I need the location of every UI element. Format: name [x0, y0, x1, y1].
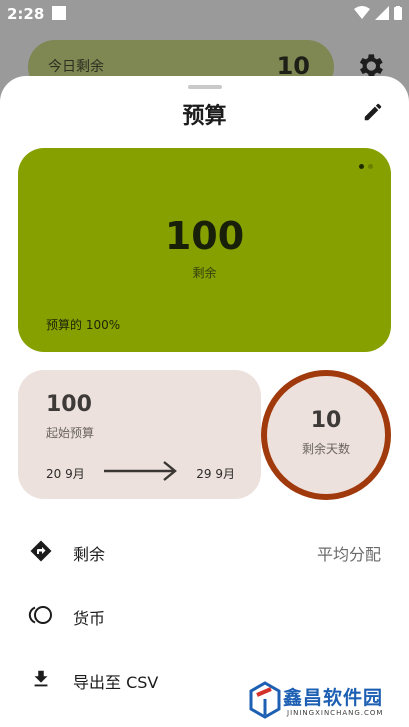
battery-icon — [394, 6, 402, 20]
status-time: 2:28 — [7, 5, 45, 23]
end-date: 29 9月 — [196, 467, 235, 481]
page-dot-active — [359, 164, 364, 169]
remaining-label: 剩余 — [192, 266, 217, 280]
menu-item-label: 剩余 — [73, 545, 106, 564]
status-icons — [354, 6, 402, 20]
start-date: 20 9月 — [46, 467, 85, 481]
watermark-name: 鑫昌软件园 — [283, 687, 384, 709]
wifi-icon — [354, 6, 370, 19]
watermark-domain: JININGXINCHANG.COM — [287, 709, 384, 717]
watermark: 鑫昌软件园 JININGXINCHANG.COM — [209, 677, 409, 727]
page-indicator — [359, 164, 373, 169]
watermark-logo — [249, 681, 281, 719]
today-remaining-label: 今日剩余 — [48, 59, 104, 75]
currency-icon — [28, 602, 54, 628]
signal-icon — [375, 6, 389, 20]
menu-item-remaining[interactable]: 剩余 平均分配 — [0, 522, 409, 578]
edit-button[interactable] — [359, 98, 387, 126]
menu-item-label: 导出至 CSV — [73, 673, 159, 692]
notification-icon — [52, 6, 66, 20]
download-icon — [28, 666, 54, 692]
remaining-amount: 100 — [164, 214, 245, 258]
start-budget-amount: 100 — [46, 392, 92, 417]
sheet-title: 预算 — [182, 104, 227, 129]
budget-remaining-card[interactable]: 100 剩余 预算的 100% — [18, 148, 391, 352]
menu-item-label: 货币 — [73, 609, 106, 628]
page-dot — [368, 164, 373, 169]
days-remaining-ring[interactable]: 10 剩余天数 — [261, 370, 391, 500]
days-remaining-label: 剩余天数 — [301, 442, 350, 456]
budget-percent: 预算的 100% — [46, 318, 121, 332]
directions-icon — [28, 538, 54, 564]
budget-period-card[interactable]: 100 起始预算 20 9月 29 9月 — [18, 370, 261, 499]
days-remaining-value: 10 — [310, 408, 342, 433]
budget-sheet: 预算 100 剩余 预算的 100% 100 起始预算 20 9月 29 9月 … — [0, 76, 409, 727]
menu-item-currency[interactable]: 货币 — [0, 586, 409, 642]
status-bar: 2:28 — [0, 0, 409, 30]
drag-handle[interactable] — [188, 85, 222, 89]
pencil-icon — [364, 103, 382, 121]
menu-item-value: 平均分配 — [316, 545, 381, 564]
start-budget-label: 起始预算 — [46, 426, 95, 440]
arrow-right-icon — [104, 461, 177, 481]
